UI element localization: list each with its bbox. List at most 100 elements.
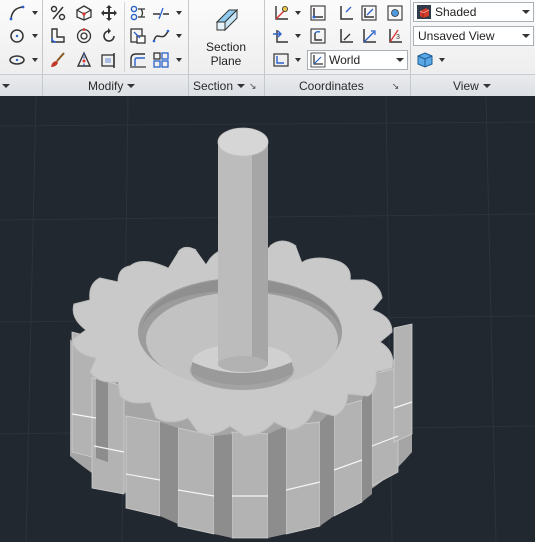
drawing-viewport[interactable] bbox=[0, 96, 535, 542]
percent-icon bbox=[50, 5, 66, 21]
ucs-combo-value: World bbox=[329, 53, 361, 67]
array-dropdown[interactable] bbox=[174, 49, 183, 71]
move-button[interactable] bbox=[98, 2, 120, 24]
named-view-combo[interactable]: Unsaved View bbox=[413, 26, 534, 46]
ucs-undo-icon bbox=[310, 28, 326, 44]
circle-dropdown[interactable] bbox=[30, 25, 39, 47]
align-icon bbox=[130, 5, 145, 21]
visual-style-value: Shaded bbox=[435, 5, 477, 19]
viewport-canvas[interactable] bbox=[0, 96, 535, 542]
circle-icon bbox=[10, 29, 24, 43]
chevron-down-icon bbox=[31, 58, 38, 62]
arc-dropdown[interactable] bbox=[30, 2, 39, 24]
ucs-dropdown[interactable] bbox=[293, 2, 302, 24]
ucs-origin-icon bbox=[310, 5, 326, 21]
section-plane-button[interactable]: Section Plane bbox=[193, 2, 259, 72]
align-button[interactable] bbox=[127, 2, 149, 24]
polar-array-icon bbox=[76, 28, 92, 44]
left-panel-expander[interactable] bbox=[2, 78, 10, 94]
gear-model bbox=[70, 127, 413, 539]
rotate-button[interactable] bbox=[98, 25, 120, 47]
ucs-z-icon bbox=[363, 29, 376, 43]
circle-tool-button[interactable] bbox=[6, 25, 28, 47]
ucs-3point-button[interactable]: 3 bbox=[384, 25, 406, 47]
ucs-y-button[interactable] bbox=[335, 25, 357, 47]
rotate-3d-icon bbox=[76, 5, 92, 21]
offset-button[interactable] bbox=[127, 49, 149, 71]
ribbon-body: Section Plane 3 World Shaded Unsaved Vie… bbox=[0, 0, 535, 96]
ribbon-panel-labels: Modify Section ↘ Coordinates ↘ View bbox=[0, 74, 535, 97]
mirror-3d-button[interactable] bbox=[73, 49, 95, 71]
chevron-down-icon bbox=[127, 84, 136, 88]
percent-tool-button[interactable] bbox=[47, 2, 69, 24]
rotate-icon bbox=[103, 28, 115, 42]
chevron-down-icon bbox=[393, 51, 407, 69]
offset-icon bbox=[130, 53, 146, 68]
chevron-down-icon bbox=[175, 58, 182, 62]
match-properties-button[interactable] bbox=[47, 49, 69, 71]
ucs-origin-button[interactable] bbox=[307, 2, 329, 24]
panel-separator bbox=[410, 75, 411, 97]
dialog-launcher-icon[interactable]: ↘ bbox=[249, 81, 257, 92]
modify-panel-title[interactable]: Modify bbox=[88, 78, 136, 94]
ucs-view-dropdown[interactable] bbox=[293, 49, 302, 71]
chevron-down-icon bbox=[2, 84, 10, 88]
mirror-icon bbox=[76, 51, 92, 67]
spline-dropdown[interactable] bbox=[174, 25, 183, 47]
extend-button[interactable] bbox=[98, 49, 120, 71]
break-button[interactable] bbox=[150, 2, 172, 24]
ucs-z-button[interactable] bbox=[358, 25, 380, 47]
coordinates-panel-title[interactable]: Coordinates ↘ bbox=[299, 78, 399, 94]
ucs-icon-properties-button[interactable] bbox=[384, 2, 406, 24]
visual-style-combo[interactable]: Shaded bbox=[413, 2, 534, 22]
ucs-previous-button[interactable] bbox=[270, 25, 292, 47]
3d-array-button[interactable] bbox=[73, 25, 95, 47]
section-panel-label: Section bbox=[193, 79, 234, 93]
view-cube-icon bbox=[417, 52, 433, 68]
ucs-x-icon bbox=[340, 6, 353, 20]
ucs-y-icon bbox=[340, 29, 353, 43]
ellipse-dropdown[interactable] bbox=[30, 49, 39, 71]
view-cube-button[interactable] bbox=[414, 49, 436, 71]
dialog-launcher-icon[interactable]: ↘ bbox=[392, 81, 400, 92]
view-panel-title[interactable]: View bbox=[453, 78, 491, 94]
chevron-down-icon bbox=[175, 11, 182, 15]
ucs-named-button[interactable] bbox=[358, 2, 380, 24]
coordinates-panel-label: Coordinates bbox=[299, 79, 364, 93]
break-dropdown[interactable] bbox=[174, 2, 183, 24]
view-cube-dropdown[interactable] bbox=[437, 49, 446, 71]
section-panel-title[interactable]: Section ↘ bbox=[193, 78, 257, 94]
ucs-undo-button[interactable] bbox=[307, 25, 329, 47]
view-panel-label: View bbox=[453, 79, 479, 93]
fillet-edge-button[interactable] bbox=[47, 25, 69, 47]
ucs-named-icon bbox=[361, 5, 377, 21]
arc-icon bbox=[9, 5, 25, 21]
ucs-x-button[interactable] bbox=[335, 2, 357, 24]
move-icon bbox=[101, 5, 117, 21]
break-icon bbox=[153, 7, 169, 20]
chevron-down-icon bbox=[294, 58, 301, 62]
svg-text:3: 3 bbox=[396, 34, 400, 41]
spline-button[interactable] bbox=[150, 25, 172, 47]
extend-icon bbox=[101, 53, 115, 68]
ucs-view-button[interactable] bbox=[270, 49, 292, 71]
3d-rotate-button[interactable] bbox=[73, 2, 95, 24]
section-plane-label-line1: Section bbox=[205, 40, 247, 54]
panel-separator bbox=[42, 75, 43, 97]
chevron-down-icon bbox=[31, 11, 38, 15]
shaft-shadow-side bbox=[252, 142, 268, 364]
ucs-button[interactable] bbox=[270, 2, 292, 24]
section-plane-icon bbox=[215, 8, 239, 32]
ellipse-tool-button[interactable] bbox=[6, 49, 28, 71]
ucs-icon bbox=[275, 6, 288, 20]
chevron-down-icon bbox=[438, 58, 445, 62]
array-button[interactable] bbox=[150, 49, 172, 71]
ucs-combo[interactable]: World bbox=[307, 50, 408, 70]
ucs-view-icon bbox=[273, 53, 289, 67]
arc-tool-button[interactable] bbox=[6, 2, 28, 24]
chevron-down-icon bbox=[175, 34, 182, 38]
ucs-previous-icon bbox=[273, 30, 288, 43]
ucs-previous-dropdown[interactable] bbox=[293, 25, 302, 47]
section-plane-label-line2: Plane bbox=[210, 54, 242, 68]
scale-button[interactable] bbox=[127, 25, 149, 47]
